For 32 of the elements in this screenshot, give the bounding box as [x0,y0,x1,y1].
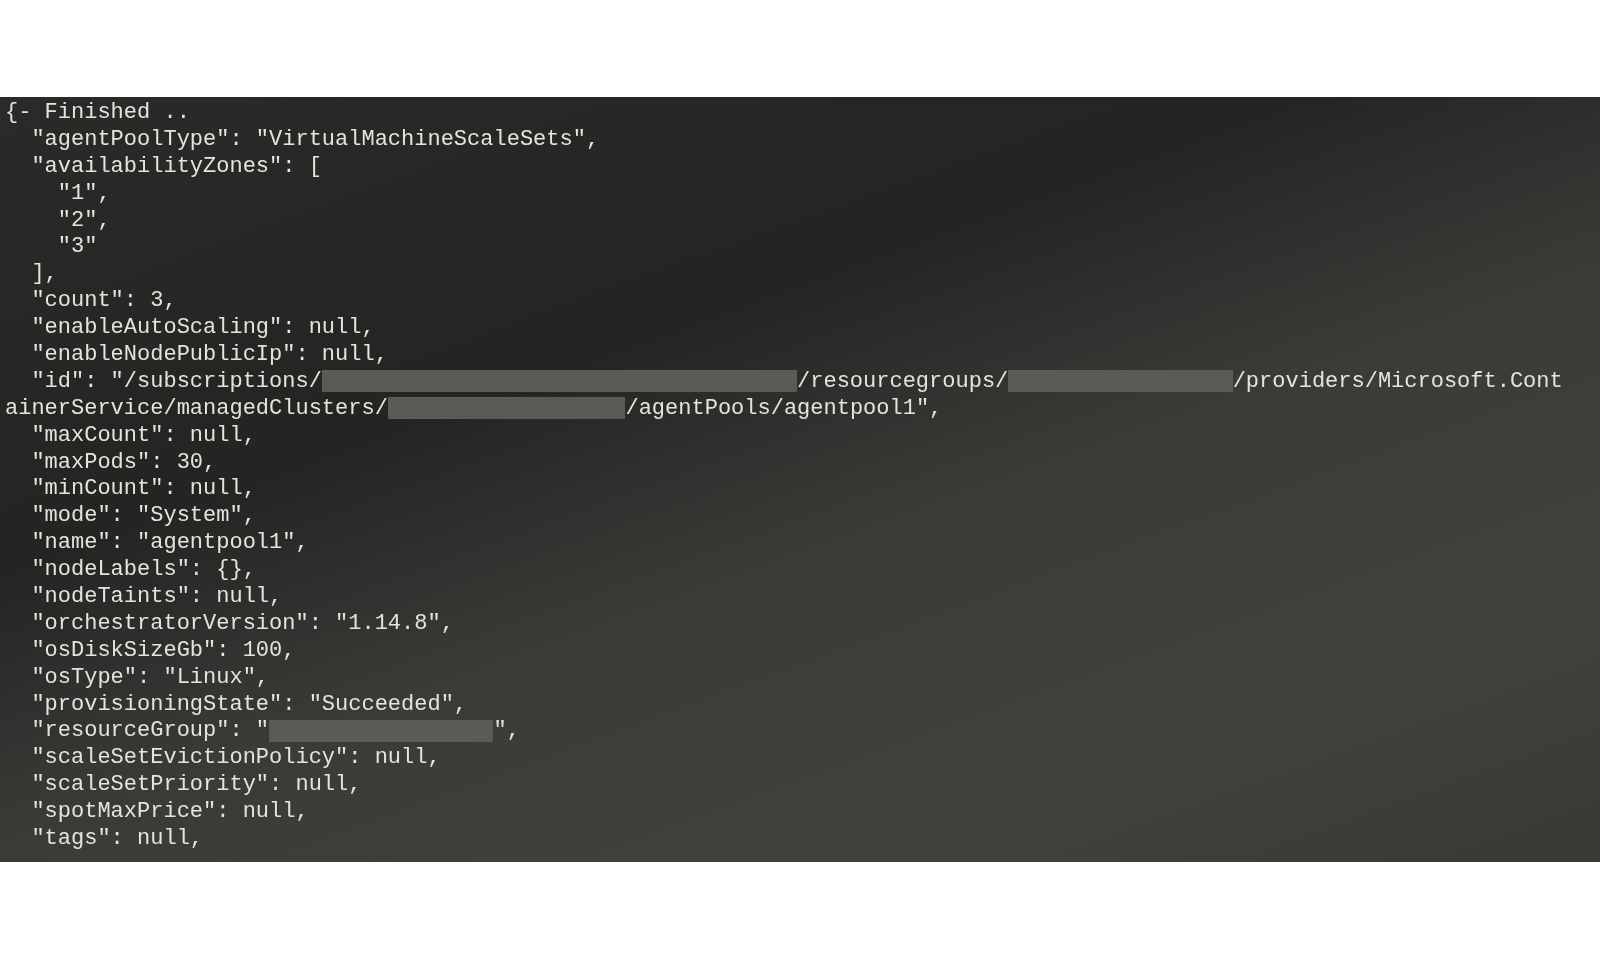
code-text: "enableAutoScaling": null, [30,315,375,341]
code-text: "resourceGroup": " [30,718,270,744]
code-text: "count": 3, [30,288,177,314]
code-text: "maxPods": 30, [30,449,217,475]
code-text: "osType": "Linux", [30,664,270,690]
code-text: /providers/Microsoft.Cont [1232,368,1563,394]
code-text: "2", [56,207,111,233]
code-text: /resourcegroups/ [797,368,1009,394]
code-text: "scaleSetEvictionPolicy": null, [30,745,441,771]
code-text: "1", [56,180,111,206]
code-text: ", [493,718,520,744]
code-text: "mode": "System", [30,503,256,529]
code-text: "scaleSetPriority": null, [30,772,362,798]
code-text: "orchestratorVersion": "1.14.8", [30,610,454,636]
code-text: "provisioningState": "Succeeded", [30,691,468,717]
code-text: ainerService/managedClusters/ [5,395,388,421]
code-text: "maxCount": null, [30,422,256,448]
code-text: "nodeTaints": null, [30,583,283,609]
code-text: /agentPools/agentpool1", [625,395,943,421]
code-text: "minCount": null, [30,476,256,502]
code-text: ], [30,261,58,287]
code-text: "3" [56,234,98,260]
code-text: "name": "agentpool1", [30,530,309,556]
code-text: "id": "/subscriptions/ [30,368,322,394]
code-text: "enableNodePublicIp": null, [30,341,388,367]
code-text: "agentPoolType": "VirtualMachineScaleSets", [30,126,600,152]
code-text: {- Finished .. [5,99,190,125]
code-text: "tags": null, [30,826,204,851]
code-text: "availabilityZones": [ [30,153,322,179]
code-text: "osDiskSizeGb": 100, [30,637,296,663]
code-text: "nodeLabels": {}, [30,557,256,583]
code-text: "spotMaxPrice": null, [30,799,309,825]
